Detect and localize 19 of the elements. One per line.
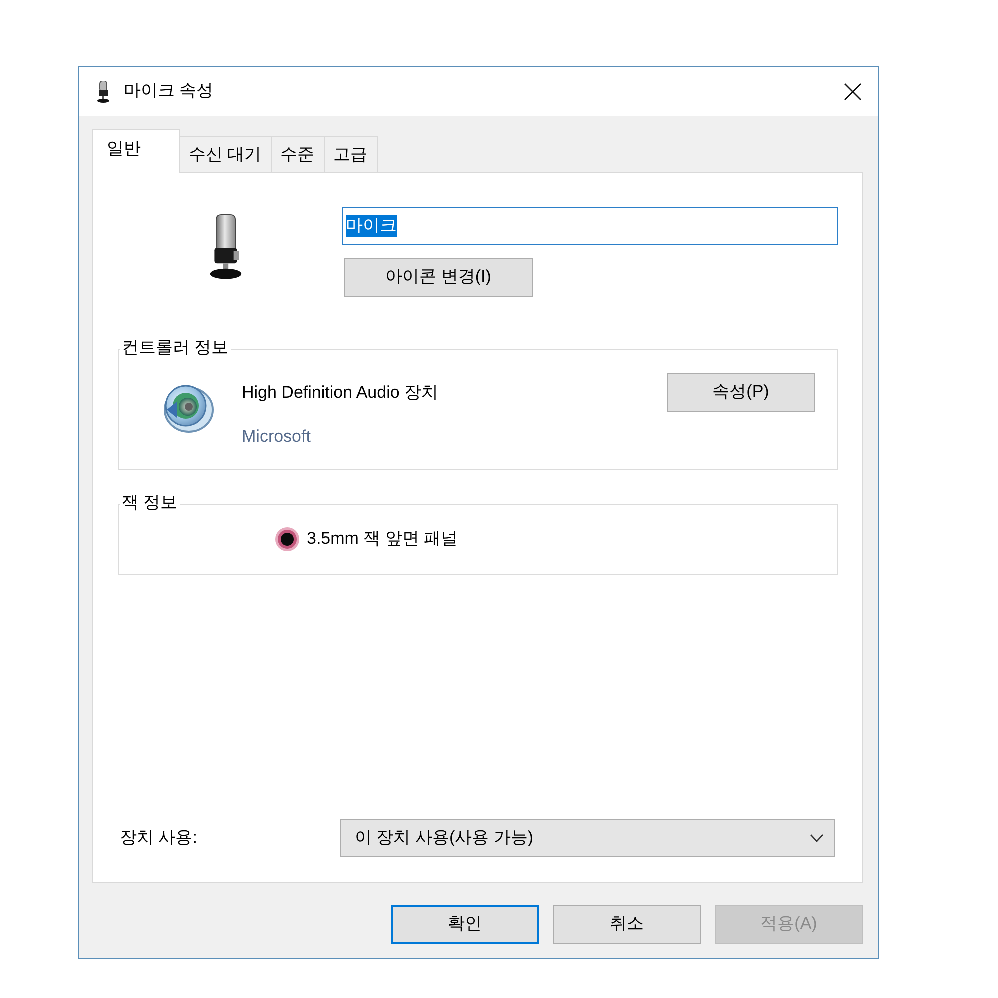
microphone-icon xyxy=(97,80,110,102)
dialog-button[interactable]: 취소 xyxy=(553,905,701,944)
chevron-down-icon xyxy=(810,834,824,842)
group-title: 잭 정보 xyxy=(120,492,180,514)
change-icon-button[interactable]: 아이콘 변경(I) xyxy=(344,258,533,297)
jack-label: 3.5mm 잭 앞면 패널 xyxy=(307,528,458,550)
field-value: 마이크 xyxy=(346,214,397,238)
device-usage-label: 장치 사용: xyxy=(119,826,198,849)
name-field[interactable]: 마이크 xyxy=(342,207,838,245)
tab[interactable]: 일반 xyxy=(92,129,180,173)
window-title: 마이크 속성 xyxy=(124,80,214,102)
dialog-button[interactable]: 확인 xyxy=(391,905,539,944)
close-icon[interactable] xyxy=(844,82,862,100)
device-usage-dropdown[interactable]: 이 장치 사용(사용 가능) xyxy=(340,819,835,857)
jack-icon xyxy=(275,527,300,552)
tab[interactable]: 고급 xyxy=(324,136,378,172)
vendor-name: Microsoft xyxy=(242,426,312,448)
properties-button[interactable]: 속성(P) xyxy=(667,373,815,412)
device-name: High Definition Audio 장치 xyxy=(242,382,439,404)
